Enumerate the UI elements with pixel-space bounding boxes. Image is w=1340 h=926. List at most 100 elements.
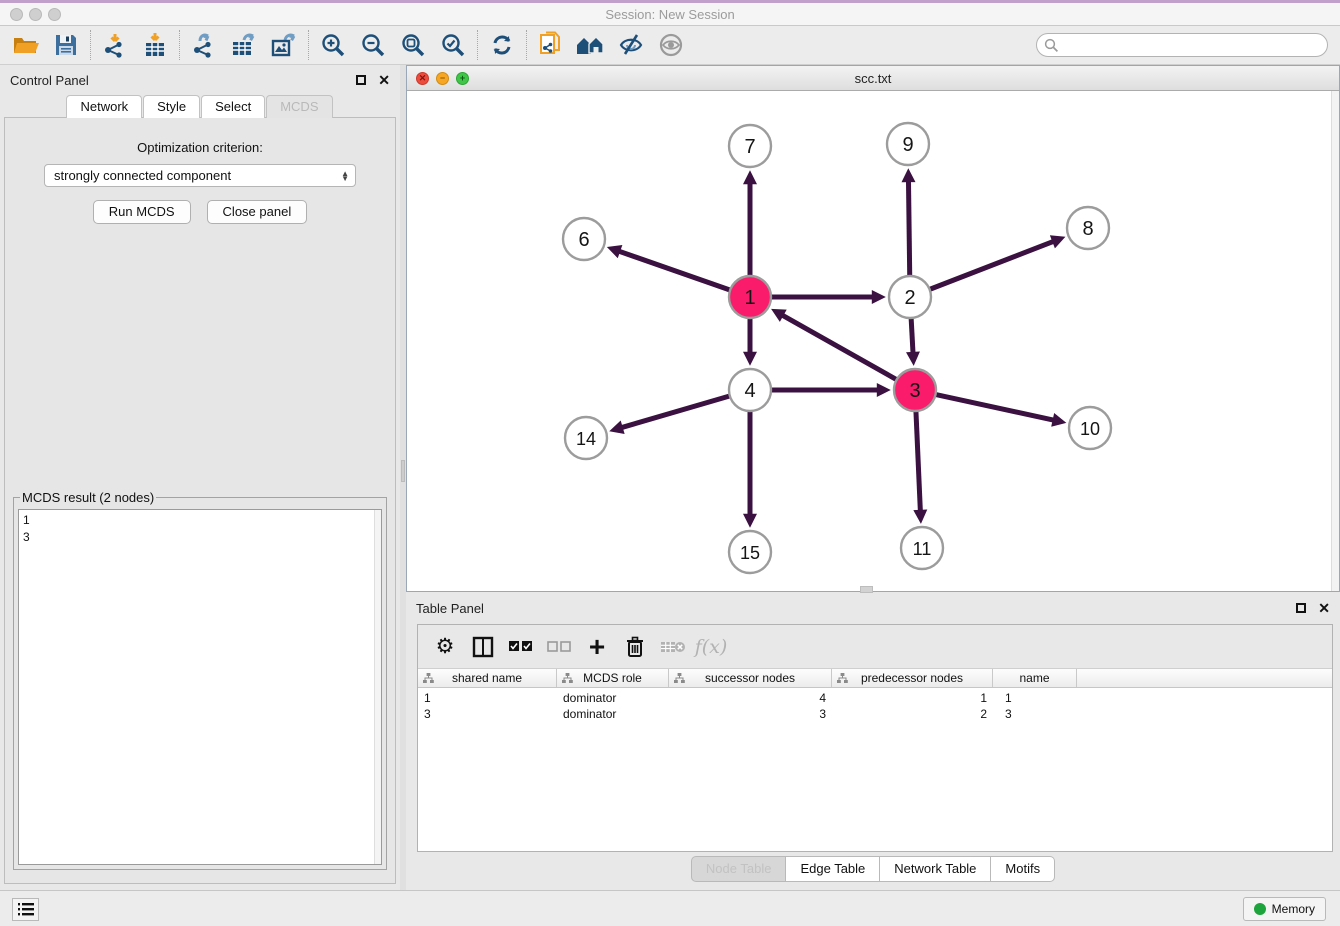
node-10[interactable]: 10 xyxy=(1069,407,1111,449)
control-panel-title: Control Panel xyxy=(10,73,89,88)
run-mcds-button[interactable]: Run MCDS xyxy=(93,200,191,224)
svg-text:10: 10 xyxy=(1080,419,1100,439)
criterion-value: strongly connected component xyxy=(54,168,231,183)
import-network-button[interactable] xyxy=(95,28,135,62)
column-header-shared-name[interactable]: shared name xyxy=(418,669,557,687)
column-header-successor-nodes[interactable]: successor nodes xyxy=(669,669,832,687)
task-history-button[interactable] xyxy=(12,898,39,921)
show-panels-button[interactable] xyxy=(651,28,691,62)
node-2[interactable]: 2 xyxy=(889,276,931,318)
network-canvas[interactable]: 7 9 6 8 1 2 4 3 10 14 15 11 xyxy=(407,91,1331,591)
node-8[interactable]: 8 xyxy=(1067,207,1109,249)
tab-mcds[interactable]: MCDS xyxy=(266,95,332,118)
select-all-button[interactable] xyxy=(504,631,538,663)
duplicate-network-button[interactable] xyxy=(531,28,571,62)
mcds-result-textarea[interactable]: 1 3 xyxy=(18,509,382,865)
node-14[interactable]: 14 xyxy=(565,417,607,459)
zoom-out-button[interactable] xyxy=(353,28,393,62)
svg-text:11: 11 xyxy=(913,539,932,559)
search-field[interactable] xyxy=(1036,33,1328,57)
cell-predecessor-nodes: 2 xyxy=(832,707,993,723)
memory-label: Memory xyxy=(1272,902,1315,916)
tab-edge-table[interactable]: Edge Table xyxy=(786,856,880,882)
window-title: Session: New Session xyxy=(0,7,1340,22)
node-1[interactable]: 1 xyxy=(729,276,771,318)
open-folder-icon xyxy=(12,33,40,57)
tab-network[interactable]: Network xyxy=(66,95,142,118)
hide-panels-button[interactable] xyxy=(611,28,651,62)
zoom-selected-button[interactable] xyxy=(433,28,473,62)
column-header-name[interactable]: name xyxy=(993,669,1077,687)
unchecked-boxes-icon xyxy=(547,641,571,653)
export-table-button[interactable] xyxy=(224,28,264,62)
edge-2-9[interactable] xyxy=(908,178,909,278)
network-graph[interactable]: 7 9 6 8 1 2 4 3 10 14 15 11 xyxy=(407,91,1332,585)
network-title: scc.txt xyxy=(407,71,1339,86)
mcds-panel: Optimization criterion: strongly connect… xyxy=(4,117,396,884)
column-header-mcds-role[interactable]: MCDS role xyxy=(557,669,669,687)
open-file-button[interactable] xyxy=(6,28,46,62)
node-7[interactable]: 7 xyxy=(729,125,771,167)
export-image-button[interactable] xyxy=(264,28,304,62)
result-scrollbar[interactable] xyxy=(374,510,381,864)
column-header-predecessor-nodes[interactable]: predecessor nodes xyxy=(832,669,993,687)
delete-column-button[interactable] xyxy=(618,631,652,663)
float-table-panel-icon[interactable] xyxy=(1296,603,1306,613)
close-panel-button[interactable]: Close panel xyxy=(207,200,308,224)
cell-shared-name: 3 xyxy=(418,707,557,723)
float-panel-icon[interactable] xyxy=(356,75,366,85)
splitter-grip[interactable] xyxy=(401,460,405,482)
edge-4-14[interactable] xyxy=(619,395,732,428)
save-session-button[interactable] xyxy=(46,28,86,62)
table-row[interactable]: 1 dominator 4 1 1 xyxy=(418,691,1332,707)
edge-1-6[interactable] xyxy=(616,250,732,291)
horizontal-splitter-grip[interactable] xyxy=(860,586,873,593)
node-6[interactable]: 6 xyxy=(563,218,605,260)
save-icon xyxy=(54,33,78,57)
search-icon xyxy=(1044,38,1059,53)
criterion-dropdown[interactable]: strongly connected component ▲▼ xyxy=(44,164,356,187)
hierarchy-icon xyxy=(674,673,685,684)
tab-style[interactable]: Style xyxy=(143,95,200,118)
edge-3-11[interactable] xyxy=(916,409,921,514)
table-panel: Table Panel ✕ ⚙ xyxy=(406,593,1340,890)
node-15[interactable]: 15 xyxy=(729,531,771,573)
edge-3-10[interactable] xyxy=(934,394,1057,421)
export-network-button[interactable] xyxy=(184,28,224,62)
table-toolbar: ⚙ xyxy=(418,625,1332,668)
node-9[interactable]: 9 xyxy=(887,123,929,165)
control-panel-tabs: Network Style Select MCDS xyxy=(0,95,400,118)
network-window-titlebar[interactable]: ✕ − + scc.txt xyxy=(407,66,1339,91)
zoom-selected-icon xyxy=(440,32,466,58)
cell-mcds-role: dominator xyxy=(557,691,669,707)
node-11[interactable]: 11 xyxy=(901,527,943,569)
network-vertical-scrollbar[interactable] xyxy=(1331,91,1339,591)
show-columns-button[interactable] xyxy=(466,631,500,663)
node-3[interactable]: 3 xyxy=(894,369,936,411)
tab-network-table[interactable]: Network Table xyxy=(880,856,991,882)
toolbar-separator xyxy=(526,30,527,60)
table-settings-button[interactable]: ⚙ xyxy=(428,631,462,663)
edge-3-1[interactable] xyxy=(780,314,899,381)
add-column-button[interactable]: + xyxy=(580,631,614,663)
memory-button[interactable]: Memory xyxy=(1243,897,1326,921)
refresh-view-button[interactable] xyxy=(482,28,522,62)
search-input[interactable] xyxy=(1059,38,1327,52)
edge-2-8[interactable] xyxy=(928,240,1057,290)
edge-2-3[interactable] xyxy=(911,316,913,356)
close-table-panel-icon[interactable]: ✕ xyxy=(1318,600,1330,617)
close-panel-icon[interactable]: ✕ xyxy=(378,72,390,89)
network-overview-button[interactable] xyxy=(571,28,611,62)
zoom-fit-button[interactable] xyxy=(393,28,433,62)
node-4[interactable]: 4 xyxy=(729,369,771,411)
table-row[interactable]: 3 dominator 3 2 3 xyxy=(418,707,1332,723)
tab-motifs[interactable]: Motifs xyxy=(991,856,1055,882)
cell-name: 3 xyxy=(993,707,1077,723)
deselect-all-button[interactable] xyxy=(542,631,576,663)
hierarchy-icon xyxy=(837,673,848,684)
import-table-button[interactable] xyxy=(135,28,175,62)
tab-node-table[interactable]: Node Table xyxy=(691,856,787,882)
tab-select[interactable]: Select xyxy=(201,95,265,118)
mcds-result-fieldset: MCDS result (2 nodes) 1 3 xyxy=(13,490,387,870)
zoom-in-button[interactable] xyxy=(313,28,353,62)
